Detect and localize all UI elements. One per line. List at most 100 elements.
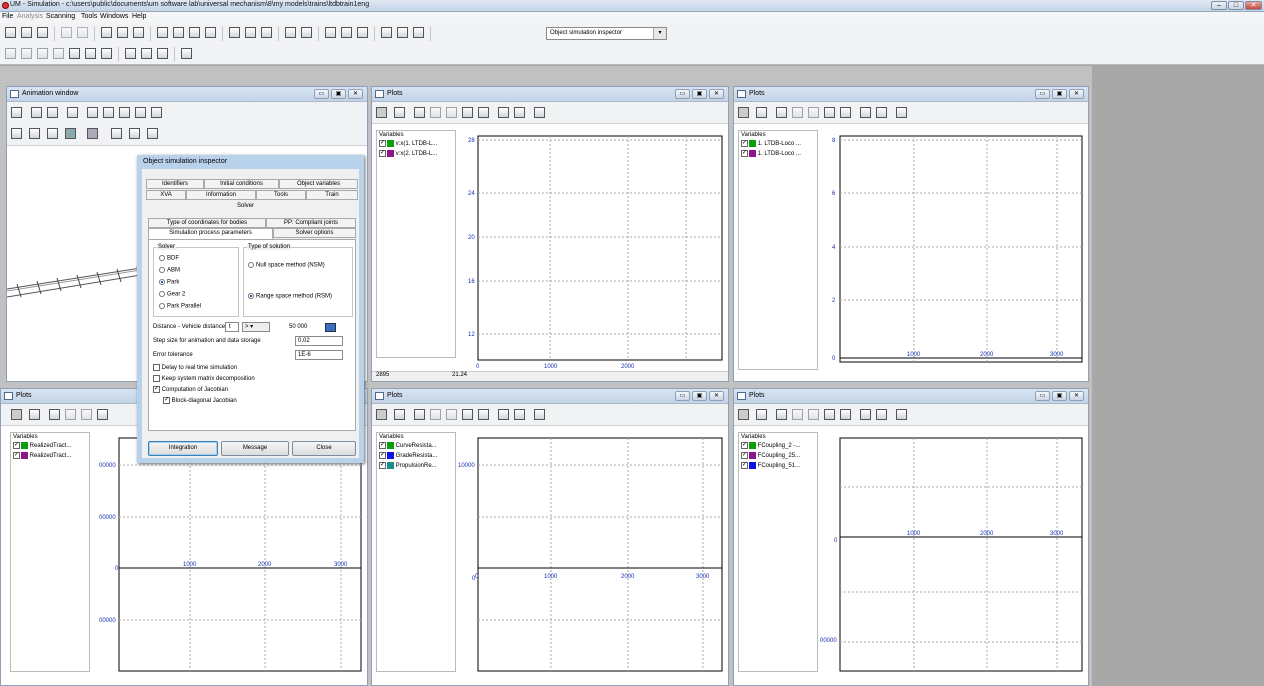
pointer-icon[interactable] <box>375 106 389 120</box>
radio-gear-2[interactable]: Gear 2 <box>159 291 185 298</box>
checkbox[interactable]: ✓ <box>13 441 20 449</box>
redo-view-icon[interactable] <box>146 127 160 141</box>
windows-icon[interactable] <box>356 26 370 40</box>
list-icon[interactable] <box>533 106 547 120</box>
checkbox-delay-real-time[interactable]: Delay to real time simulation <box>153 364 237 371</box>
camera-icon[interactable] <box>755 106 769 120</box>
zoom-fit-icon[interactable] <box>823 408 837 422</box>
axis-icon[interactable] <box>839 408 853 422</box>
tab-solver[interactable]: Solver <box>237 203 254 209</box>
doc-check-icon[interactable] <box>156 47 170 61</box>
tab-train[interactable]: Train <box>306 190 358 200</box>
checkbox[interactable]: ✓ <box>379 451 386 459</box>
zoom-out-icon[interactable] <box>80 408 94 422</box>
checkbox[interactable]: ✓ <box>379 441 386 449</box>
open-icon[interactable] <box>4 26 18 40</box>
tab-tools[interactable]: Tools <box>256 190 306 200</box>
zoom-icon[interactable] <box>775 106 789 120</box>
close-button[interactable]: ✕ <box>1069 391 1084 401</box>
zoom-out-icon[interactable] <box>807 408 821 422</box>
cube-solid-icon[interactable] <box>46 127 60 141</box>
message-button[interactable]: Message <box>221 441 289 456</box>
checkbox[interactable]: ✓ <box>741 461 748 469</box>
tab-information[interactable]: Information <box>186 190 256 200</box>
variable-row[interactable]: ✓ FCoupling_25... <box>739 451 817 461</box>
doc-arrow-icon[interactable] <box>140 47 154 61</box>
tab-object-variables[interactable]: Object variables <box>279 179 358 189</box>
checkbox[interactable]: ✓ <box>741 441 748 449</box>
minimize-button[interactable]: – <box>1211 1 1227 10</box>
zoom-region-icon[interactable] <box>46 106 60 120</box>
tab-type-of-coordinates[interactable]: Type of coordinates for bodies <box>148 218 266 228</box>
eye-icon[interactable] <box>4 47 18 61</box>
checkbox-computation-jacobian[interactable]: ✓ Computation of Jacobian <box>153 386 228 393</box>
tab-compliant-joints[interactable]: PP: Compliant joints <box>266 218 356 228</box>
pointer-icon[interactable] <box>737 408 751 422</box>
record-icon[interactable] <box>76 26 90 40</box>
camera-icon[interactable] <box>755 408 769 422</box>
cube-wire-icon[interactable] <box>28 127 42 141</box>
save-icon[interactable] <box>36 26 50 40</box>
plot-area[interactable]: 28 24 20 16 12 0 1000 2000 <box>458 130 726 370</box>
maximize-button[interactable]: ▣ <box>1052 391 1067 401</box>
variable-row[interactable]: ✓ PropulsionRe... <box>377 461 455 471</box>
export-icon[interactable] <box>172 26 186 40</box>
copy-icon[interactable] <box>324 26 338 40</box>
clear-filter-icon[interactable] <box>52 47 66 61</box>
zoom-out-icon[interactable] <box>445 408 459 422</box>
wizard-icon[interactable] <box>156 26 170 40</box>
paste-icon[interactable] <box>340 26 354 40</box>
checkbox[interactable]: ✓ <box>741 149 748 157</box>
zoom-out-icon[interactable] <box>807 106 821 120</box>
move-icon[interactable] <box>118 106 132 120</box>
camera-icon[interactable] <box>393 106 407 120</box>
variable-row[interactable]: ✓ v:x(2. LTDB-L... <box>377 149 455 159</box>
close-dialog-button[interactable]: Close <box>292 441 356 456</box>
pointer-icon[interactable] <box>375 408 389 422</box>
zoom-fit-icon[interactable] <box>823 106 837 120</box>
zoom-icon[interactable] <box>413 106 427 120</box>
radio-park[interactable]: Park <box>159 279 179 286</box>
variable-row[interactable]: ✓ RealizedTract... <box>11 451 89 461</box>
tile-horizontal-icon[interactable] <box>396 26 410 40</box>
maximize-button[interactable]: □ <box>1228 1 1244 10</box>
eye-icon[interactable] <box>110 127 124 141</box>
zoom-out-icon[interactable] <box>445 106 459 120</box>
radio-park-parallel[interactable]: Park Parallel <box>159 303 201 310</box>
camera-icon[interactable] <box>393 408 407 422</box>
window-icon[interactable] <box>497 106 511 120</box>
radio-bdf[interactable]: BDF <box>159 255 179 262</box>
joints-icon[interactable] <box>284 26 298 40</box>
distance-operator-select[interactable]: > ▾ <box>242 322 270 332</box>
table-icon[interactable] <box>204 26 218 40</box>
cursor-icon[interactable] <box>150 106 164 120</box>
zoom-in-icon[interactable] <box>791 408 805 422</box>
tile-vertical-icon[interactable] <box>380 26 394 40</box>
doc-edit-icon[interactable] <box>84 47 98 61</box>
radio-range-space-method[interactable]: Range space method (RSM) <box>248 293 332 300</box>
plot-window-icon[interactable] <box>513 408 527 422</box>
close-button[interactable]: ✕ <box>709 391 724 401</box>
hand-icon[interactable] <box>86 106 100 120</box>
distance-t-selector[interactable]: t <box>225 322 239 332</box>
variable-row[interactable]: ✓ GradeResista... <box>377 451 455 461</box>
menu-windows[interactable]: Windows <box>100 13 128 20</box>
animation-window-icon[interactable] <box>100 26 114 40</box>
tab-xva[interactable]: XVA <box>146 190 186 200</box>
menu-file[interactable]: File <box>2 13 13 20</box>
camera-icon[interactable] <box>10 106 24 120</box>
filter-list-icon[interactable] <box>36 47 50 61</box>
variable-row[interactable]: ✓ FCoupling_51... <box>739 461 817 471</box>
maximize-button[interactable]: ▣ <box>1052 89 1067 99</box>
variable-row[interactable]: ✓ FCoupling_2 -... <box>739 441 817 451</box>
zoom-fit-icon[interactable] <box>461 408 475 422</box>
cube-icon[interactable] <box>10 127 24 141</box>
zoom-icon[interactable] <box>48 408 62 422</box>
chart-icon[interactable] <box>132 26 146 40</box>
plot-window-icon[interactable] <box>875 106 889 120</box>
checkbox[interactable]: ✓ <box>741 451 748 459</box>
minimize-button[interactable]: ▭ <box>675 391 690 401</box>
tab-simulation-process-parameters[interactable]: Simulation process parameters <box>148 228 273 239</box>
variable-row[interactable]: ✓ 1. LTDB-Loco ... <box>739 149 817 159</box>
distance-value[interactable]: 50 000 <box>289 324 307 330</box>
